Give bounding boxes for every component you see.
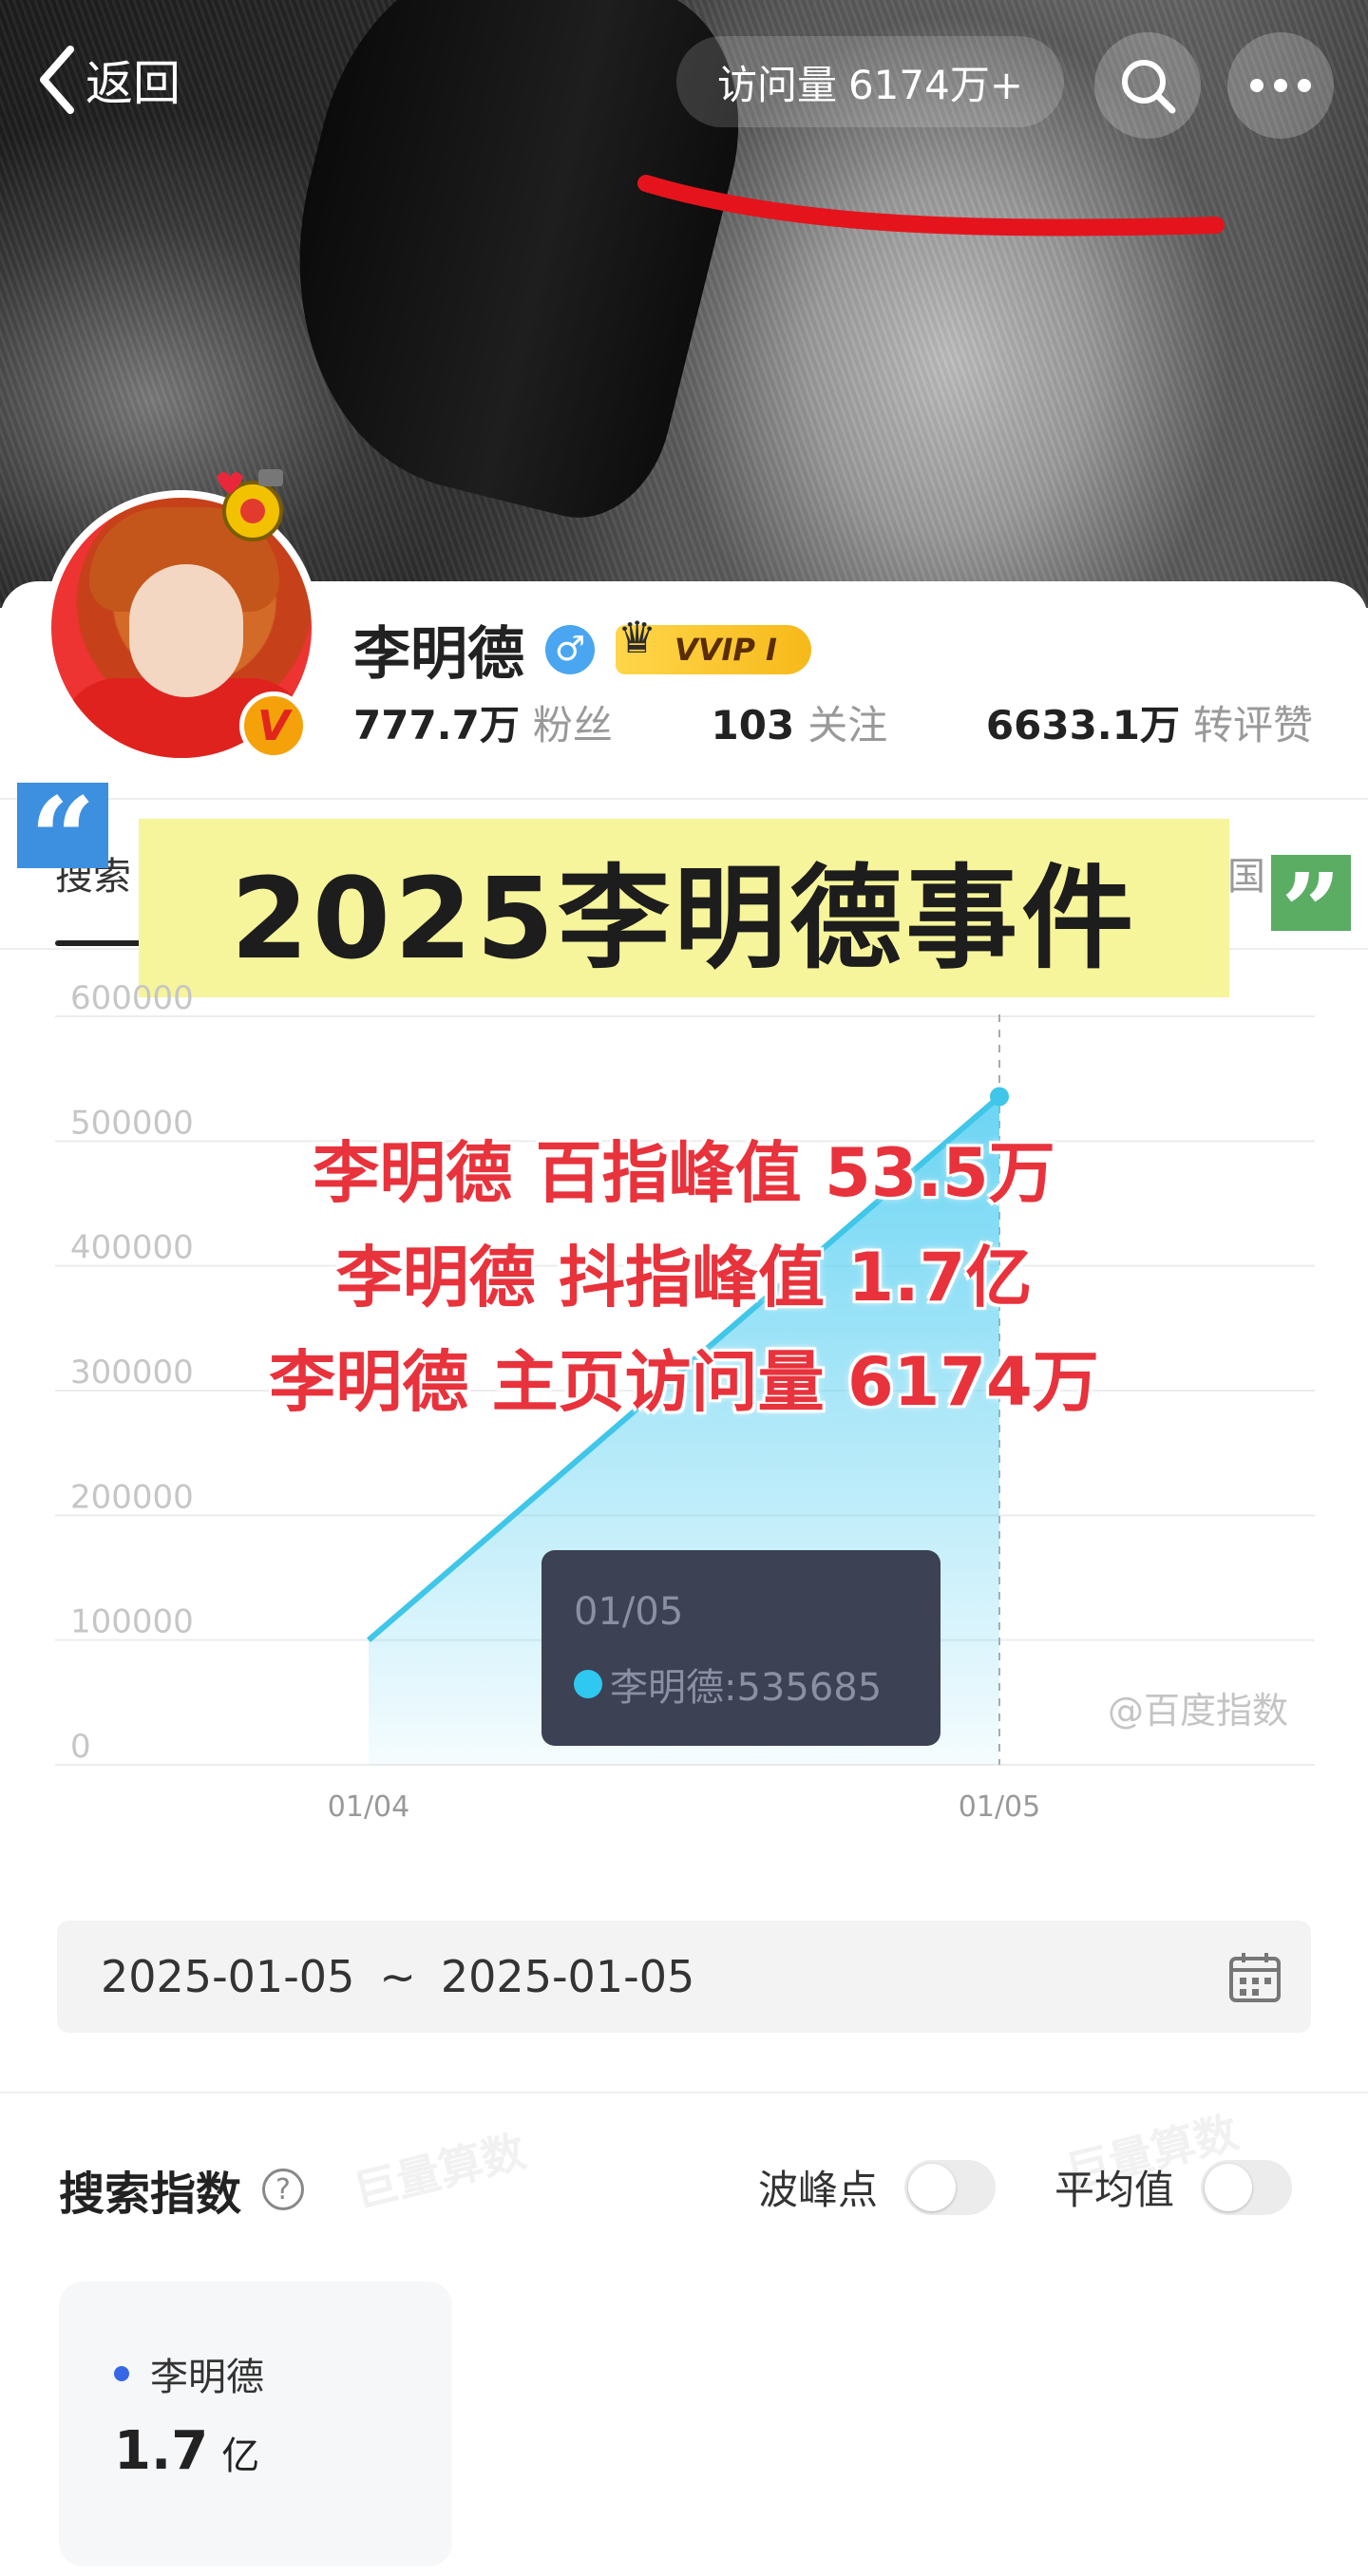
back-button[interactable]: 返回: [36, 42, 180, 118]
tab-more[interactable]: 国: [1227, 845, 1265, 900]
average-toggle-label: 平均值: [1054, 2167, 1175, 2213]
vvip-badge[interactable]: ♛ VVIP I: [616, 612, 811, 674]
more-button[interactable]: [1227, 32, 1334, 139]
search-index-title: 搜索指数 ?: [59, 2156, 305, 2223]
y-tick-label: 0: [70, 1728, 91, 1766]
index-card-label: 李明德: [114, 2346, 264, 2401]
search-icon: [1122, 60, 1176, 114]
stat-fans[interactable]: 777.7万 粉丝: [353, 693, 613, 751]
peak-toggle[interactable]: [904, 2159, 997, 2215]
date-range-picker[interactable]: 2025-01-05 ~ 2025-01-05: [57, 1921, 1311, 2033]
more-dots-icon: [1250, 79, 1311, 92]
index-summary-card[interactable]: 李明德 1.7 亿: [59, 2282, 452, 2567]
male-icon: ♂: [545, 624, 595, 674]
pet-badge-icon: [217, 469, 283, 541]
y-tick-label: 100000: [70, 1603, 194, 1641]
search-button[interactable]: [1094, 32, 1201, 139]
stat-following[interactable]: 103 关注: [712, 693, 888, 751]
tooltip-row: 李明德:535685: [574, 1657, 882, 1712]
date-end: 2025-01-05: [440, 1951, 695, 2002]
peak-toggle-label: 波峰点: [758, 2167, 879, 2213]
overlay-line-douyin: 李明德 抖指峰值 1.7亿: [335, 1239, 1033, 1316]
calendar-icon[interactable]: [1227, 1949, 1282, 2004]
index-card-name: 李明德: [150, 2356, 264, 2399]
overlay-line-baidu: 李明德 百指峰值 53.5万: [313, 1134, 1055, 1212]
back-label: 返回: [86, 56, 180, 111]
close-quote-icon: ”: [1271, 855, 1351, 969]
profile-name: 李明德: [353, 621, 524, 688]
stat-likes[interactable]: 6633.1万 转评赞: [986, 693, 1313, 751]
data-point: [990, 1087, 1009, 1107]
search-index-title-text: 搜索指数: [59, 2168, 242, 2221]
index-card-value: 1.7 亿: [114, 2420, 260, 2482]
average-toggle-group: 平均值: [1054, 2158, 1293, 2216]
divider: [0, 2092, 1368, 2093]
x-tick-label: 01/04: [328, 1790, 409, 1824]
visits-counter: 访问量 6174万+: [676, 36, 1064, 127]
open-quote-icon: “: [17, 783, 108, 897]
overlay-caption: 李明德 百指峰值 53.5万 李明德 抖指峰值 1.7亿 李明德 主页访问量 6…: [0, 1121, 1368, 1434]
chart-tooltip: 01/05 李明德:535685: [542, 1550, 940, 1746]
x-tick-label: 01/05: [959, 1790, 1040, 1824]
date-separator: ~: [379, 1951, 416, 2002]
verified-v-icon: V: [239, 691, 308, 760]
crown-icon: ♛: [618, 611, 657, 663]
profile-name-row: 李明德 ♂ ♛ VVIP I: [353, 608, 811, 691]
peak-toggle-group: 波峰点: [758, 2158, 997, 2216]
divider: [0, 798, 1368, 800]
help-icon[interactable]: ?: [262, 2169, 305, 2210]
series-dot-icon: [574, 1670, 602, 1698]
tooltip-value: 李明德:535685: [610, 1666, 883, 1710]
profile-stats: 777.7万 粉丝 103 关注 6633.1万 转评赞: [353, 693, 1313, 751]
visits-value: 6174万+: [847, 61, 1024, 108]
y-tick-label: 600000: [70, 979, 194, 1017]
y-tick-label: 200000: [70, 1478, 194, 1516]
red-annotation-stroke: [637, 175, 1225, 237]
chevron-left-icon: [40, 46, 74, 114]
series-dot-icon: [114, 2366, 129, 2381]
tooltip-date: 01/05: [574, 1590, 684, 1634]
overlay-line-visits: 李明德 主页访问量 6174万: [269, 1343, 1099, 1421]
baidu-watermark: @百度指数: [1108, 1690, 1289, 1732]
vvip-label: VVIP I: [674, 631, 777, 668]
visits-label: 访问量: [716, 61, 837, 108]
average-toggle[interactable]: [1201, 2159, 1293, 2215]
date-start: 2025-01-05: [101, 1951, 355, 2002]
